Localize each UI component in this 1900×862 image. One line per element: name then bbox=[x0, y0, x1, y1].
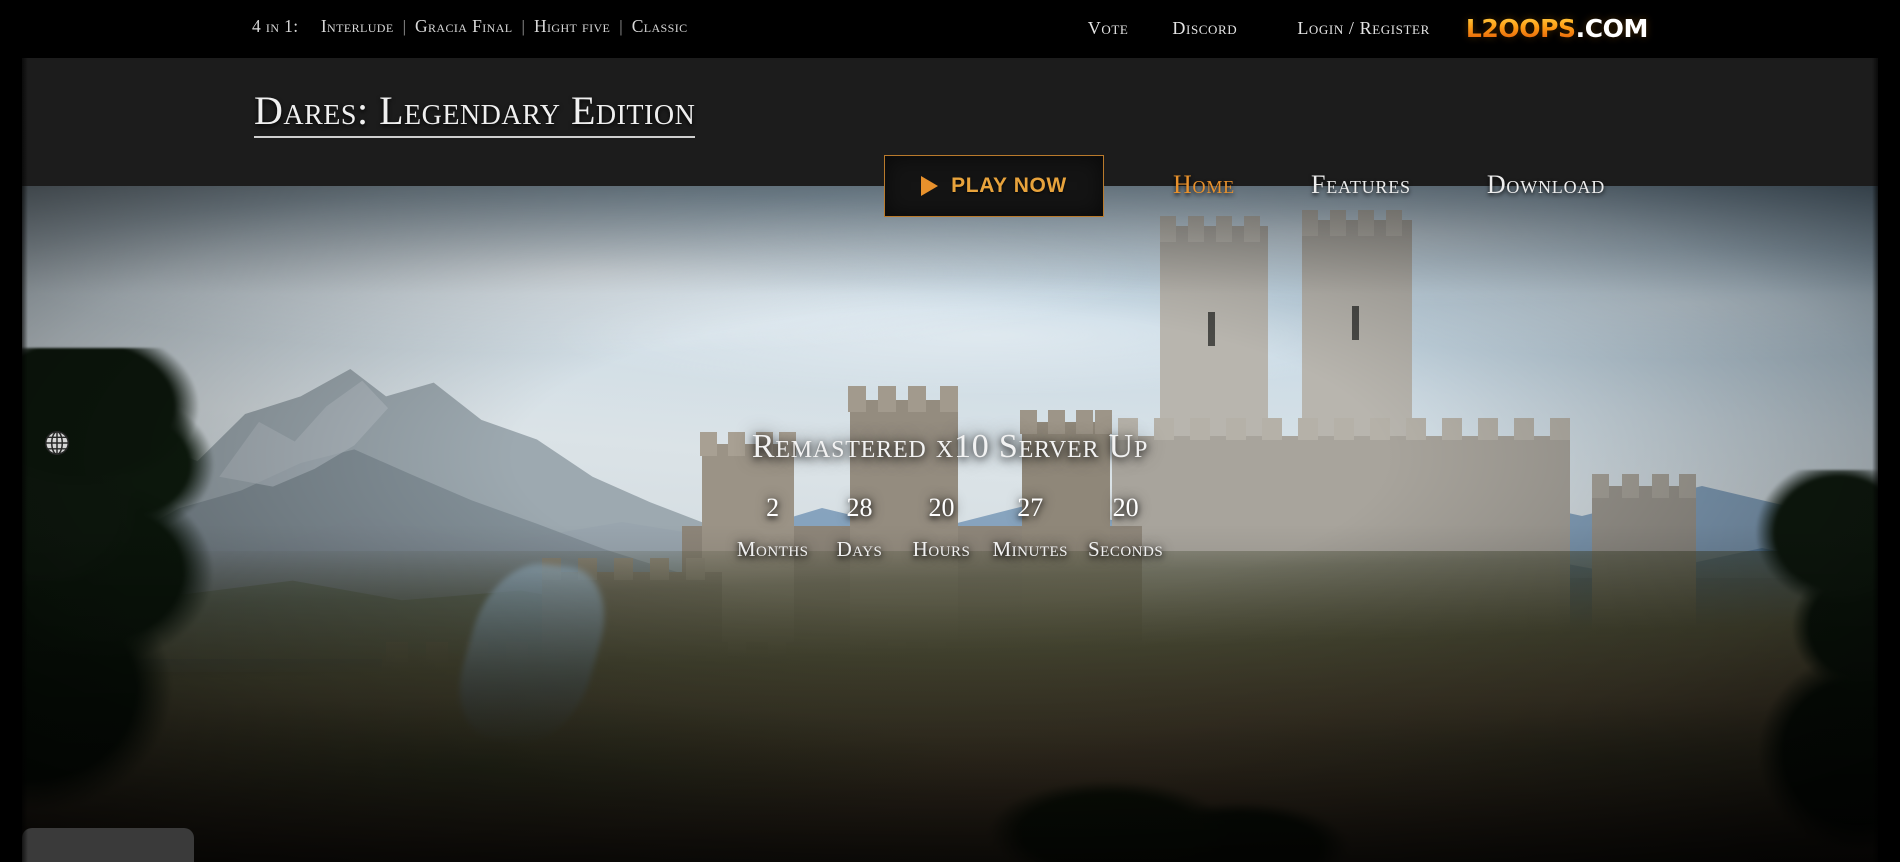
countdown-label-months: Months bbox=[736, 537, 809, 562]
version-item-classic[interactable]: Classic bbox=[632, 16, 688, 37]
countdown-label-days: Days bbox=[836, 537, 883, 562]
version-item-interlude[interactable]: Interlude bbox=[321, 16, 394, 37]
version-prefix: 4 in 1: bbox=[252, 16, 299, 36]
countdown-value-minutes: 27 bbox=[1017, 493, 1044, 522]
play-triangle-icon bbox=[921, 176, 939, 196]
top-link-login-register[interactable]: Login / Register bbox=[1259, 14, 1450, 43]
countdown-value-months: 2 bbox=[766, 493, 780, 522]
top-link-discord[interactable]: Discord bbox=[1150, 14, 1259, 43]
hero-content: Remastered x10 Server Up 2 Months 28 Day… bbox=[22, 428, 1878, 560]
brand-logo[interactable]: L2OOPS .COM bbox=[1465, 14, 1649, 43]
version-item-hight-five[interactable]: Hight five bbox=[534, 16, 610, 37]
countdown-unit-seconds: 20 Seconds bbox=[1078, 490, 1173, 560]
countdown-unit-minutes: 27 Minutes bbox=[983, 490, 1079, 560]
countdown-unit-months: 2 Months bbox=[727, 490, 819, 560]
nav-item-download[interactable]: Download bbox=[1449, 166, 1643, 204]
play-now-label: PLAY NOW bbox=[951, 174, 1067, 197]
brand-logo-mark: L2OOPS bbox=[1465, 14, 1576, 43]
hero-banner: Remastered x10 Server Up 2 Months 28 Day… bbox=[22, 186, 1878, 862]
version-separator: | bbox=[521, 17, 525, 36]
countdown-value-days: 28 bbox=[846, 493, 873, 522]
version-separator: | bbox=[619, 17, 623, 36]
countdown-label-hours: Hours bbox=[912, 537, 971, 562]
version-separator bbox=[299, 17, 321, 37]
countdown-unit-days: 28 Days bbox=[819, 490, 901, 560]
main-header: Dares: Legendary Edition PLAY NOW Home F… bbox=[22, 58, 1878, 217]
page-root: 4 in 1: Interlude | Gracia Final | Hight… bbox=[0, 0, 1900, 862]
countdown-value-seconds: 20 bbox=[1112, 493, 1139, 522]
brand-logo-tld: .COM bbox=[1575, 14, 1649, 43]
bottom-widget-bar[interactable] bbox=[22, 828, 194, 862]
site-title[interactable]: Dares: Legendary Edition bbox=[254, 90, 696, 138]
version-list: 4 in 1: Interlude | Gracia Final | Hight… bbox=[252, 16, 688, 37]
main-navigation: Home Features Download bbox=[1135, 166, 1643, 204]
version-separator: | bbox=[402, 17, 406, 36]
hero-tree-left bbox=[22, 348, 357, 835]
nav-item-home[interactable]: Home bbox=[1135, 166, 1273, 204]
play-now-button[interactable]: PLAY NOW bbox=[884, 155, 1104, 217]
top-link-vote[interactable]: Vote bbox=[1066, 14, 1151, 43]
hero-heading: Remastered x10 Server Up bbox=[751, 428, 1149, 465]
hero-bush bbox=[987, 726, 1396, 862]
countdown-label-seconds: Seconds bbox=[1088, 537, 1164, 562]
countdown-value-hours: 20 bbox=[928, 493, 955, 522]
nav-item-features[interactable]: Features bbox=[1273, 166, 1449, 204]
countdown-timer: 2 Months 28 Days 20 Hours 27 Minutes 20 bbox=[22, 490, 1878, 560]
top-utility-bar: 4 in 1: Interlude | Gracia Final | Hight… bbox=[0, 0, 1900, 58]
countdown-unit-hours: 20 Hours bbox=[901, 490, 983, 560]
countdown-label-minutes: Minutes bbox=[992, 537, 1068, 562]
version-item-gracia-final[interactable]: Gracia Final bbox=[415, 16, 513, 37]
globe-icon[interactable] bbox=[42, 428, 72, 458]
top-links: Vote Discord Login / Register L2OOPS .COM bbox=[1066, 14, 1649, 43]
